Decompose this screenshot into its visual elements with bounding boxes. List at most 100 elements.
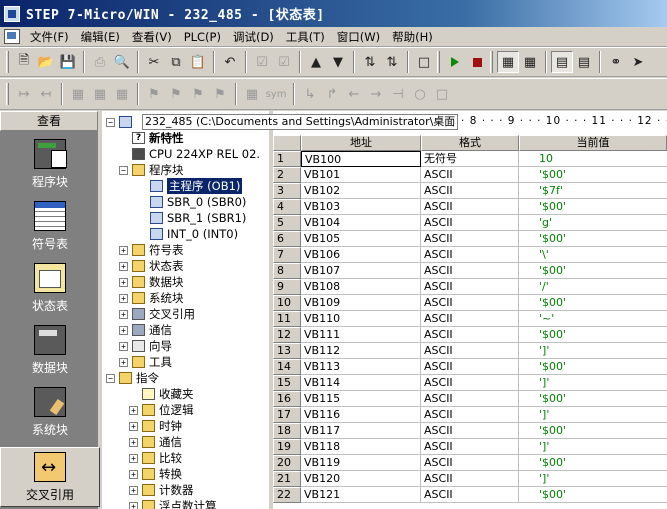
program-status-icon[interactable]: ▦ <box>497 51 519 73</box>
format-cell[interactable]: 无符号 <box>421 151 519 167</box>
address-cell[interactable]: VB109 <box>301 295 421 311</box>
address-cell[interactable]: VB112 <box>301 343 421 359</box>
tree-item[interactable]: SBR_0 (SBR0) <box>150 194 246 210</box>
tree-item[interactable]: + 符号表 <box>119 242 184 258</box>
pointer-icon[interactable]: ➤ <box>627 51 649 73</box>
table-row[interactable]: 5 VB104 ASCII'g' <box>273 215 667 231</box>
address-cell[interactable]: VB104 <box>301 215 421 231</box>
table-row[interactable]: 12 VB111 ASCII '$00' <box>273 327 667 343</box>
print-preview-icon[interactable]: 🔍 <box>111 51 133 73</box>
table-row[interactable]: 19 VB118 ASCII ']' <box>273 439 667 455</box>
undo-icon[interactable]: ↶ <box>219 51 241 73</box>
pause-trend-icon[interactable]: ▦ <box>519 51 541 73</box>
tree-item[interactable]: 主程序 (OB1) <box>150 178 243 194</box>
format-cell[interactable]: ASCII <box>421 423 519 439</box>
address-cell[interactable]: VB111 <box>301 327 421 343</box>
tree-item[interactable]: SBR_1 (SBR1) <box>150 210 246 226</box>
open-icon[interactable]: 📂 <box>35 51 57 73</box>
expand-icon[interactable]: + <box>119 277 128 287</box>
collapse-icon[interactable]: − <box>119 165 128 175</box>
menu-window[interactable]: 窗口(W) <box>331 28 386 46</box>
poe-icon[interactable]: ▦ <box>67 83 89 105</box>
sort-descending-icon[interactable]: ⇅ <box>381 51 403 73</box>
format-cell[interactable]: ASCII <box>421 455 519 471</box>
delete-network-icon[interactable]: ↤ <box>35 83 57 105</box>
expand-icon[interactable]: + <box>119 293 128 303</box>
tree-item[interactable]: + 浮点数计算 <box>129 498 217 509</box>
new-icon[interactable]: 🗎 <box>13 51 35 73</box>
format-cell[interactable]: ASCII <box>421 327 519 343</box>
table-row[interactable]: 16 VB115 ASCII '$00' <box>273 391 667 407</box>
toggle-bookmark-icon[interactable]: ⚑ <box>143 83 165 105</box>
address-cell[interactable]: VB107 <box>301 263 421 279</box>
format-cell[interactable]: ASCII <box>421 375 519 391</box>
format-cell[interactable]: ASCII <box>421 263 519 279</box>
format-cell[interactable]: ASCII <box>421 279 519 295</box>
table-row[interactable]: 20 VB119 ASCII '$00' <box>273 455 667 471</box>
expand-icon[interactable]: + <box>129 437 138 447</box>
tree-item[interactable]: − 程序块 <box>119 162 184 178</box>
next-bookmark-icon[interactable]: ⚑ <box>165 83 187 105</box>
address-cell[interactable]: VB108 <box>301 279 421 295</box>
table-row[interactable]: 3 VB102 ASCII '$7f' <box>273 183 667 199</box>
copy-icon[interactable]: ⧉ <box>165 51 187 73</box>
table-row[interactable]: 4 VB103 ASCII '$00' <box>273 199 667 215</box>
tree-item[interactable]: + 向导 <box>119 338 172 354</box>
line-left-icon[interactable]: ← <box>343 83 365 105</box>
table-row[interactable]: 17 VB116 ASCII ']' <box>273 407 667 423</box>
expand-icon[interactable]: + <box>119 325 128 335</box>
tree-item[interactable]: + 计数器 <box>129 482 194 498</box>
expand-icon[interactable]: + <box>119 341 128 351</box>
tree-project-root[interactable]: − <box>106 114 136 130</box>
tree-item[interactable]: ? 新特性 <box>132 130 184 146</box>
tree-item[interactable]: + 转换 <box>129 466 182 482</box>
line-up-icon[interactable]: ↱ <box>321 83 343 105</box>
menu-plc[interactable]: PLC(P) <box>178 28 227 46</box>
line-right-icon[interactable]: → <box>365 83 387 105</box>
format-cell[interactable]: ASCII <box>421 247 519 263</box>
format-cell[interactable]: ASCII <box>421 391 519 407</box>
format-cell[interactable]: ASCII <box>421 311 519 327</box>
expand-icon[interactable]: + <box>129 405 138 415</box>
address-cell[interactable]: VB116 <box>301 407 421 423</box>
sym-icon[interactable]: sym <box>263 83 289 105</box>
expand-icon[interactable]: + <box>129 421 138 431</box>
table-row[interactable]: 8 VB107 ASCII '$00' <box>273 263 667 279</box>
symbol-info-icon[interactable]: ▦ <box>89 83 111 105</box>
format-cell[interactable]: ASCII <box>421 183 519 199</box>
tree-item[interactable]: − 指令 <box>106 370 159 386</box>
table-row[interactable]: 9 VB108 ASCII '/' <box>273 279 667 295</box>
address-cell[interactable]: VB102 <box>301 183 421 199</box>
expand-icon[interactable]: + <box>119 261 128 271</box>
table-row[interactable]: 10 VB109 ASCII '$00' <box>273 295 667 311</box>
table-row[interactable]: 21 VB120 ASCII ']' <box>273 471 667 487</box>
expand-icon[interactable]: + <box>119 357 128 367</box>
address-cell[interactable]: VB101 <box>301 167 421 183</box>
expand-icon[interactable]: + <box>129 501 138 509</box>
compile-all-icon[interactable]: ☑ <box>273 51 295 73</box>
tree-item[interactable]: + 比较 <box>129 450 182 466</box>
tree-item[interactable]: + 系统块 <box>119 290 184 306</box>
compile-icon[interactable]: ☑ <box>251 51 273 73</box>
tree-item[interactable]: + 位逻辑 <box>129 402 194 418</box>
address-cell[interactable]: VB103 <box>301 199 421 215</box>
menu-view[interactable]: 查看(V) <box>126 28 178 46</box>
cut-icon[interactable]: ✂ <box>143 51 165 73</box>
prev-bookmark-icon[interactable]: ⚑ <box>187 83 209 105</box>
remove-bookmarks-icon[interactable]: ⚑ <box>209 83 231 105</box>
chart-status-icon[interactable]: ▤ <box>551 51 573 73</box>
print-icon[interactable]: ⎙ <box>89 51 111 73</box>
address-cell[interactable]: VB114 <box>301 375 421 391</box>
format-cell[interactable]: ASCII <box>421 407 519 423</box>
nav-program-block[interactable]: 程序块 <box>0 135 100 195</box>
tree-item[interactable]: + 数据块 <box>119 274 184 290</box>
format-cell[interactable]: ASCII <box>421 487 519 503</box>
table-row[interactable]: 1 VB100 无符号 10 <box>273 151 667 167</box>
address-cell[interactable]: VB117 <box>301 423 421 439</box>
menu-edit[interactable]: 编辑(E) <box>75 28 126 46</box>
address-cell[interactable]: VB119 <box>301 455 421 471</box>
expand-icon[interactable]: + <box>119 309 128 319</box>
document-icon[interactable] <box>4 29 20 44</box>
nav-symbol-table[interactable]: 符号表 <box>0 197 100 257</box>
nav-system-block[interactable]: 系统块 <box>0 383 100 443</box>
